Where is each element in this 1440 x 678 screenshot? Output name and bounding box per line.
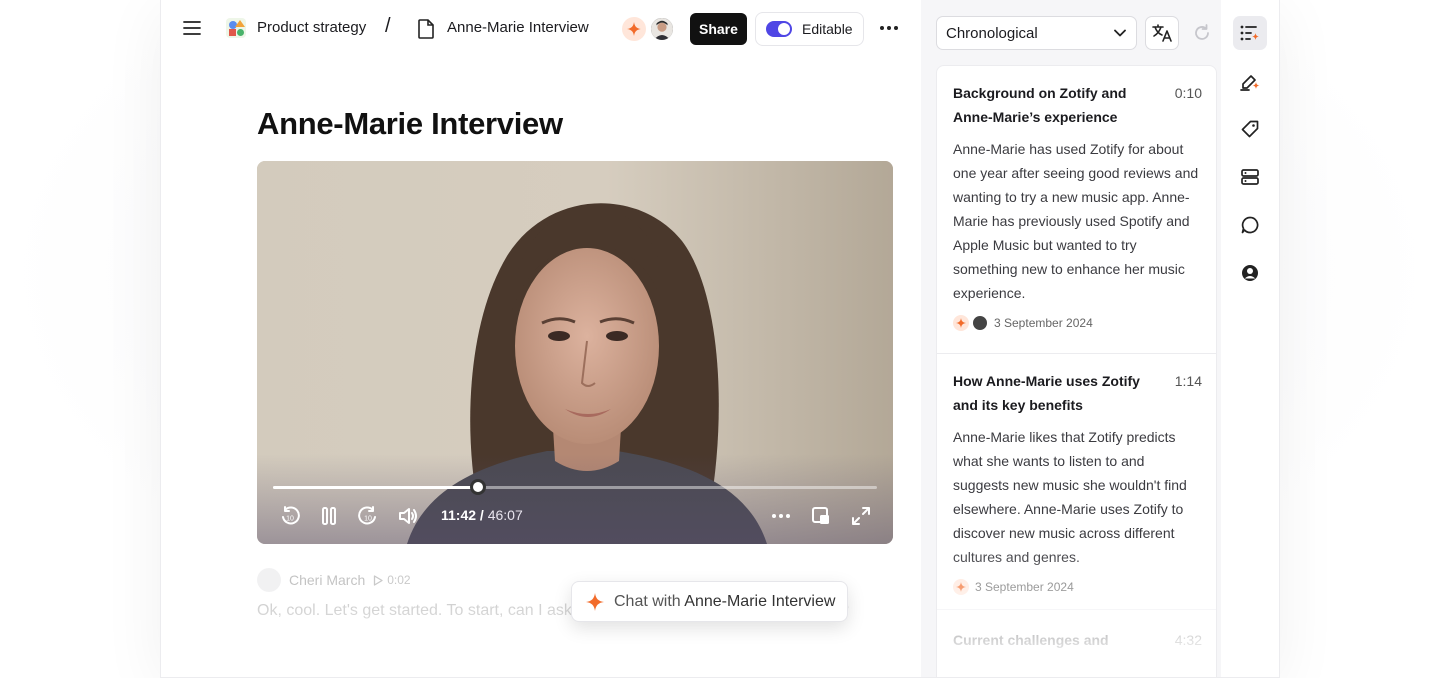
speaker-timestamp[interactable]: 0:02 <box>373 573 411 587</box>
document-pane: Product strategy / Anne-Marie Interview … <box>161 0 921 677</box>
tag-icon[interactable] <box>1233 112 1267 146</box>
sort-dropdown[interactable]: Chronological <box>936 16 1137 50</box>
ai-summary-icon[interactable] <box>1233 16 1267 50</box>
card-date: 3 September 2024 <box>994 316 1093 330</box>
chevron-down-icon <box>1114 29 1126 37</box>
chat-prefix: Chat with <box>614 592 681 610</box>
document-icon <box>418 19 434 39</box>
card-timestamp[interactable]: 1:14 <box>1175 369 1202 393</box>
picture-in-picture-icon[interactable] <box>810 505 832 527</box>
card-meta: 3 September 2024 <box>953 315 1202 331</box>
controls-overlay <box>257 454 893 544</box>
video-player[interactable]: 10 10 11:42 / 46:07 <box>257 161 893 544</box>
person-icon[interactable] <box>1233 256 1267 290</box>
fullscreen-icon[interactable] <box>850 505 872 527</box>
sparkle-icon <box>956 318 966 328</box>
volume-icon[interactable] <box>397 505 419 527</box>
speaker-avatar <box>257 568 281 592</box>
sparkle-icon <box>627 22 641 36</box>
card-timestamp[interactable]: 4:32 <box>1175 628 1202 652</box>
current-time: 11:42 <box>441 507 477 523</box>
chat-with-document-button[interactable]: Chat with Anne-Marie Interview <box>571 581 849 622</box>
progress-fill <box>273 486 478 489</box>
sort-value: Chronological <box>946 24 1038 42</box>
pause-icon[interactable] <box>318 505 340 527</box>
top-bar: Product strategy / Anne-Marie Interview … <box>161 0 921 58</box>
time-separator: / <box>476 507 488 523</box>
card-body: Anne-Marie has used Zotify for about one… <box>953 141 1199 301</box>
duration: 46:07 <box>487 507 523 523</box>
player-more-icon[interactable] <box>770 505 792 527</box>
timestamp-text: 0:02 <box>387 573 411 587</box>
progress-bar[interactable] <box>273 479 877 495</box>
breadcrumb-separator: / <box>385 15 391 37</box>
speaker-name: Cheri March <box>289 572 366 588</box>
editable-label: Editable <box>802 21 853 37</box>
fields-icon[interactable] <box>1233 160 1267 194</box>
summary-panel: Chronological Background on Zotify and A… <box>921 0 1221 677</box>
time-display: 11:42 / 46:07 <box>441 507 523 523</box>
forward-icon[interactable]: 10 <box>357 505 379 527</box>
summary-cards: Background on Zotify and Anne-Marie’s ex… <box>936 65 1217 677</box>
toggle-switch[interactable] <box>766 21 792 37</box>
summary-card[interactable]: How Anne-Marie uses Zotify and its key b… <box>937 353 1216 609</box>
summary-card[interactable]: Current challenges and 4:32 <box>937 609 1216 677</box>
play-icon <box>374 574 383 586</box>
progress-handle[interactable] <box>469 479 486 495</box>
sparkle-icon <box>586 592 604 611</box>
ai-highlight-icon[interactable] <box>1233 64 1267 98</box>
rewind-icon[interactable]: 10 <box>279 505 301 527</box>
page-title: Anne-Marie Interview <box>257 106 563 141</box>
icon-rail <box>1221 0 1279 677</box>
editable-toggle[interactable]: Editable <box>755 12 864 46</box>
user-avatar[interactable] <box>649 16 675 42</box>
chat-document-name: Anne-Marie Interview <box>684 592 836 610</box>
menu-icon[interactable] <box>183 18 203 38</box>
breadcrumb-project[interactable]: Product strategy <box>257 19 366 36</box>
ai-collaborator-avatar <box>622 17 646 41</box>
card-title: How Anne-Marie uses Zotify and its key b… <box>953 373 1140 413</box>
svg-text:10: 10 <box>286 516 294 523</box>
author-avatar <box>972 315 988 331</box>
card-date: 3 September 2024 <box>975 580 1074 594</box>
comment-icon[interactable] <box>1233 208 1267 242</box>
sparkle-icon <box>956 582 966 592</box>
app-window: Product strategy / Anne-Marie Interview … <box>160 0 1280 678</box>
translate-icon[interactable] <box>1145 16 1179 50</box>
summary-card[interactable]: Background on Zotify and Anne-Marie’s ex… <box>937 81 1216 354</box>
svg-text:10: 10 <box>364 516 372 523</box>
card-timestamp[interactable]: 0:10 <box>1175 81 1202 105</box>
card-meta: 3 September 2024 <box>953 579 1202 595</box>
card-title: Background on Zotify and Anne-Marie’s ex… <box>953 85 1127 125</box>
project-icon <box>225 17 247 39</box>
more-icon[interactable] <box>879 18 899 38</box>
card-body: Anne-Marie likes that Zotify predicts wh… <box>953 429 1187 565</box>
breadcrumb-document[interactable]: Anne-Marie Interview <box>447 19 592 36</box>
share-button[interactable]: Share <box>690 13 747 45</box>
refresh-icon[interactable] <box>1185 16 1219 50</box>
card-title: Current challenges and <box>953 632 1109 648</box>
ai-author-avatar <box>953 579 969 595</box>
ai-author-avatar <box>953 315 969 331</box>
